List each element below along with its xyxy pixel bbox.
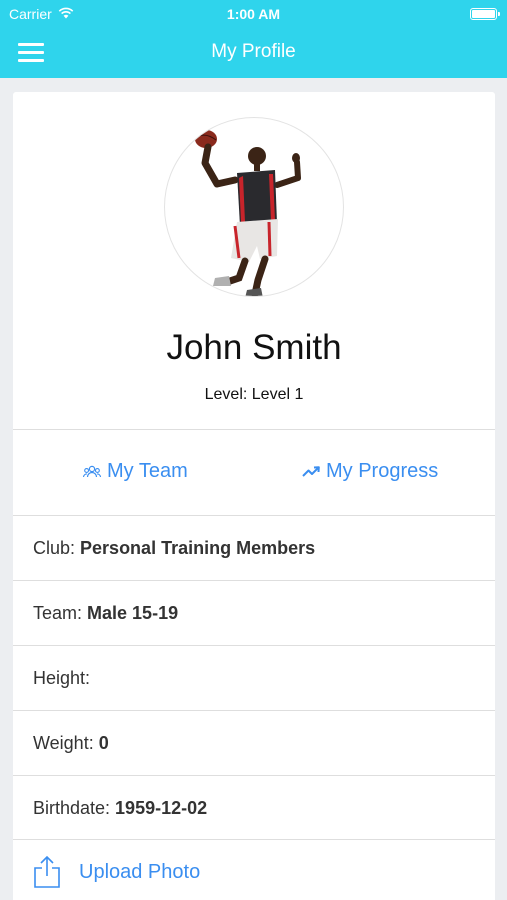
team-icon (83, 465, 101, 479)
height-label: Height: (33, 667, 91, 688)
status-time: 1:00 AM (226, 6, 281, 22)
my-progress-label: My Progress (326, 460, 439, 482)
club-row: Club: Personal Training Members (13, 516, 495, 580)
nav-bar: My Profile (0, 28, 507, 78)
page-title: My Profile (211, 41, 296, 62)
my-team-link[interactable]: My Team (83, 460, 188, 483)
my-team-label: My Team (107, 460, 188, 482)
trending-up-icon (302, 465, 320, 478)
divider (13, 429, 495, 430)
weight-value: 0 (98, 732, 109, 753)
team-value: Male 15-19 (87, 602, 179, 623)
height-row: Height: (13, 646, 495, 710)
profile-card: John Smith Level: Level 1 My Team My Pro… (13, 92, 495, 900)
team-label: Team: (33, 602, 83, 623)
birthdate-row: Birthdate: 1959-12-02 (13, 776, 495, 840)
weight-label: Weight: (33, 732, 94, 753)
header: Carrier 1:00 AM My Profile (0, 0, 507, 78)
battery-icon (470, 8, 500, 20)
upload-photo-label: Upload Photo (79, 860, 201, 883)
upload-photo-button[interactable]: Upload Photo (13, 840, 495, 900)
club-value: Personal Training Members (80, 537, 316, 558)
weight-row: Weight: 0 (13, 711, 495, 775)
app-root: Carrier 1:00 AM My Profile John Smith Le… (0, 0, 507, 900)
birthdate-value: 1959-12-02 (115, 797, 208, 818)
profile-level: Level: Level 1 (204, 386, 304, 403)
profile-name: John Smith (166, 328, 342, 367)
avatar[interactable] (164, 117, 344, 297)
team-row: Team: Male 15-19 (13, 581, 495, 645)
status-bar: Carrier 1:00 AM (0, 0, 507, 28)
club-label: Club: (33, 537, 76, 558)
share-upload-icon (33, 855, 61, 889)
birthdate-label: Birthdate: (33, 797, 111, 818)
my-progress-link[interactable]: My Progress (302, 460, 438, 483)
basketball-player-photo (195, 130, 301, 296)
